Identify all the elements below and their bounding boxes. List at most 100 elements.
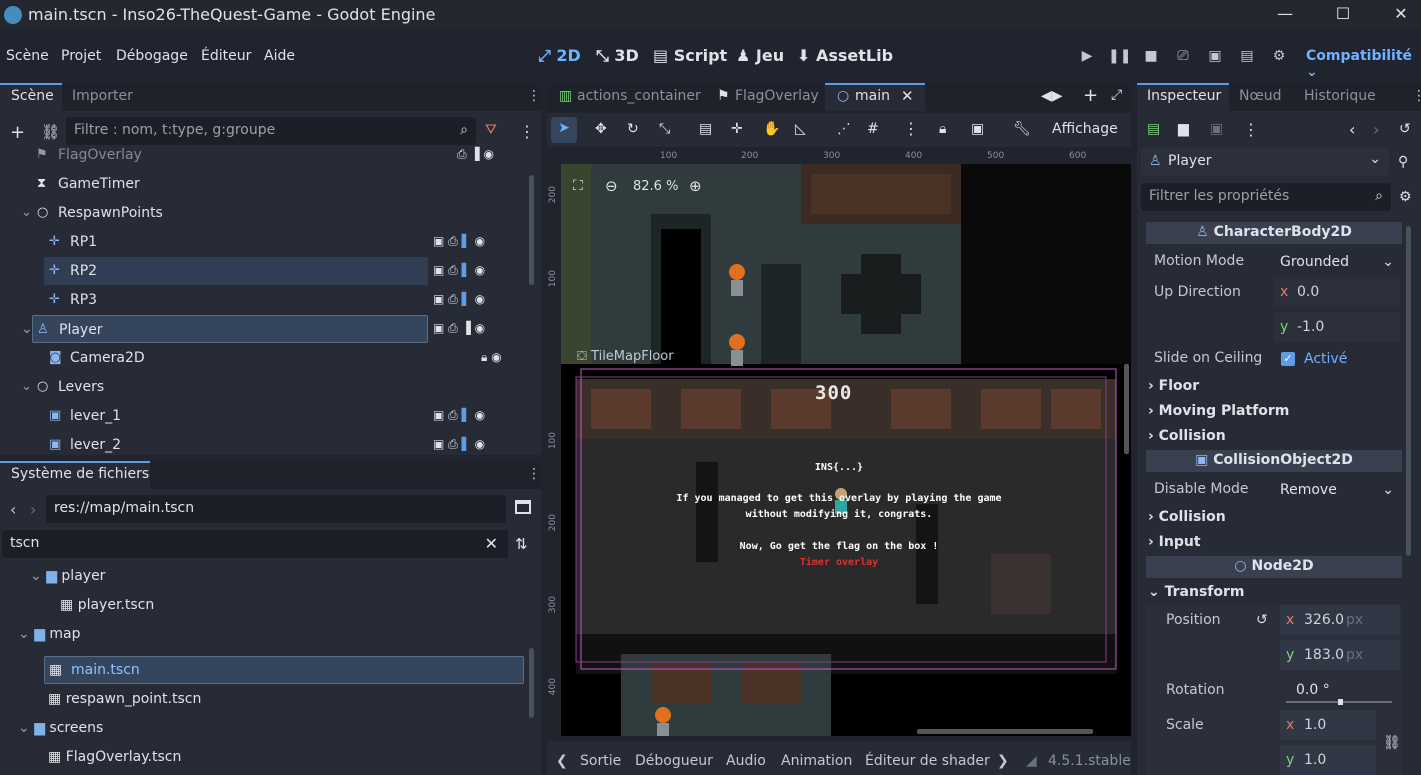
back-icon[interactable]: ‹ [10, 500, 16, 519]
scale-y-field[interactable]: y 1.0 [1280, 745, 1376, 775]
motion-mode-dropdown[interactable]: Grounded ⌄ [1280, 254, 1400, 270]
selectable-tool-icon[interactable]: ▤ [699, 121, 712, 137]
node-selector[interactable]: ♙ Player ⌄ [1141, 148, 1389, 176]
tree-node-lever2[interactable]: ▣ lever_2 ▣ ⎙ ▌ ◉ [0, 431, 530, 455]
dock-menu-icon[interactable]: ⋮ [527, 88, 541, 104]
renderer-selector[interactable]: Compatibilité ⌄ [1306, 48, 1421, 80]
menu-project[interactable]: Projet [61, 48, 101, 64]
tab-node[interactable]: Nœud [1239, 88, 1282, 104]
minimize-button[interactable]: — [1273, 4, 1297, 26]
node-indicator-icons[interactable]: ▣ ⎙ ▌ ◉ [433, 292, 485, 307]
history-back-icon[interactable]: ‹ [1349, 120, 1355, 139]
bottom-tab-shader-editor[interactable]: Éditeur de shader [865, 753, 990, 769]
slide-on-ceiling-checkbox[interactable]: ✓ [1281, 352, 1295, 366]
zoom-level[interactable]: 82.6 % [633, 179, 678, 194]
rotate-tool-icon[interactable]: ↻ [627, 121, 639, 137]
close-tab-icon[interactable]: ✕ [901, 87, 914, 105]
bottom-tab-output[interactable]: Sortie [580, 753, 621, 769]
dock-menu-icon[interactable]: ⋮ [527, 466, 541, 482]
new-resource-icon[interactable]: ▤ [1147, 121, 1160, 137]
section-moving-platform[interactable]: › Moving Platform [1148, 403, 1289, 419]
script-filter-icon[interactable]: ⛛ [485, 122, 497, 138]
zoom-out-icon[interactable]: ⊖ [605, 177, 618, 195]
pivot-tool-icon[interactable]: ✛ [731, 121, 743, 137]
chevron-down-icon[interactable]: ⌄ [21, 205, 32, 220]
play-icon[interactable]: ▶ [1076, 48, 1098, 70]
file-item-screens-folder[interactable]: ⌄ ▆ screens [18, 720, 103, 748]
up-direction-y-field[interactable]: y -1.0 [1274, 312, 1400, 342]
maximize-button[interactable]: ☐ [1331, 4, 1355, 26]
smart-snap-icon[interactable]: ⋰ [837, 121, 851, 137]
revert-icon[interactable]: ↺ [1256, 612, 1268, 628]
inspector-scrollbar[interactable] [1406, 226, 1411, 556]
distraction-free-icon[interactable]: ⤢ [1111, 87, 1122, 103]
section-collision[interactable]: › Collision [1148, 428, 1226, 444]
more-options-icon[interactable]: ⋮ [519, 122, 535, 141]
tree-node-player[interactable]: ♙ Player [32, 315, 428, 343]
lock-icon[interactable]: 🔒︎ [939, 121, 946, 137]
tab-inspector[interactable]: Inspecteur [1147, 88, 1221, 104]
tab-scroll-icon[interactable]: ◀▶ [1041, 88, 1063, 104]
chevron-down-icon[interactable]: ⌄ [21, 321, 33, 337]
canvas-viewport[interactable]: 100 200 300 400 500 600 200 100 100 200 … [547, 150, 1131, 736]
node-indicator-icons[interactable]: ▣ ⎙ ▌ ◉ [433, 408, 485, 423]
menu-editor[interactable]: Éditeur [201, 48, 251, 64]
file-item-player-folder[interactable]: ⌄ ▆ player [30, 568, 105, 596]
node-indicator-icons[interactable]: ▣ ⎙ ▐ ◉ [433, 321, 485, 336]
sort-icon[interactable]: ⇅ [515, 535, 528, 553]
grid-snap-icon[interactable]: # [867, 121, 879, 137]
bottom-tab-debugger[interactable]: Débogueur [635, 753, 713, 769]
remote-debug-icon[interactable]: ⎚ [1172, 48, 1194, 70]
link-scale-icon[interactable]: ⛓ [1383, 735, 1401, 751]
lock-visibility-icons[interactable]: 🔒︎ ◉ [481, 350, 502, 365]
close-window-button[interactable]: ✕ [1389, 4, 1413, 26]
position-y-field[interactable]: y 183.0 px [1280, 640, 1400, 670]
scale-x-field[interactable]: x 1.0 [1280, 710, 1376, 740]
select-tool-icon[interactable]: ➤ [551, 117, 577, 143]
ruler-tool-icon[interactable]: ◺ [795, 121, 806, 137]
play-scene-icon[interactable]: ▣ [1204, 48, 1226, 70]
zoom-in-icon[interactable]: ⊕ [689, 177, 702, 195]
menu-debug[interactable]: Débogage [116, 48, 188, 64]
scene-tree-scrollbar[interactable] [529, 175, 534, 285]
history-forward-icon[interactable]: › [1373, 120, 1379, 139]
tab-import[interactable]: Importer [72, 88, 133, 104]
file-item-player-tscn[interactable]: ▦ player.tscn [60, 597, 154, 625]
workspace-script-button[interactable]: ▤ Script [653, 46, 727, 65]
tree-node-gametimer[interactable]: ⧗ GameTimer [0, 170, 530, 198]
move-tool-icon[interactable]: ✥ [595, 121, 607, 137]
file-item-map-folder[interactable]: ⌄ ▆ map [18, 626, 81, 654]
split-view-icon[interactable] [515, 500, 531, 514]
add-node-icon[interactable]: + [10, 122, 25, 143]
tree-node-rp1[interactable]: ✛ RP1 ▣ ⎙ ▌ ◉ [0, 228, 530, 256]
center-view-icon[interactable]: ⛶ [573, 178, 583, 194]
tree-node-camera2d[interactable]: ◙ Camera2D 🔒︎ ◉ [0, 344, 530, 372]
tab-filesystem[interactable]: Système de fichiers [11, 466, 149, 482]
inspector-options-icon[interactable]: ⋮ [1243, 120, 1259, 139]
skeleton-icon[interactable]: 🔧︎ [1013, 121, 1031, 137]
node-info-icon[interactable]: ⚲ [1398, 154, 1408, 170]
path-field[interactable]: res://map/main.tscn [46, 495, 506, 523]
bottom-scroll-left-icon[interactable]: ❮ [556, 753, 568, 769]
file-tree-scrollbar[interactable] [529, 648, 534, 718]
workspace-2d-button[interactable]: ⤢ 2D [538, 46, 581, 66]
chevron-down-icon[interactable]: ⌄ [21, 379, 32, 394]
node-indicator-icons[interactable]: ▣ ⎙ ▌ ◉ [433, 437, 485, 452]
file-item-respawn-tscn[interactable]: ▦ respawn_point.tscn [48, 691, 201, 719]
section-input[interactable]: › Input [1148, 534, 1201, 550]
snap-options-icon[interactable]: ⋮ [903, 119, 919, 138]
up-direction-x-field[interactable]: x 0.0 [1274, 277, 1400, 307]
menu-scene[interactable]: Scène [6, 48, 49, 64]
forward-icon[interactable]: › [30, 500, 36, 519]
save-icon[interactable]: ▣ [1210, 121, 1223, 137]
clear-icon[interactable]: ✕ [485, 534, 498, 553]
node-indicator-icons[interactable]: ▣ ⎙ ▌ ◉ [433, 234, 485, 249]
file-search-input[interactable]: tscn ✕ [2, 530, 508, 558]
scene-filter-input[interactable]: Filtre : nom, t:type, g:groupe ⌕ [66, 117, 476, 145]
tab-history[interactable]: Historique [1304, 88, 1376, 104]
scale-tool-icon[interactable]: ⤡ [659, 121, 670, 137]
node-indicator-icons[interactable]: ▣ ⎙ ▌ ◉ [433, 263, 485, 278]
scene-tab-actions-container[interactable]: actions_container [577, 88, 701, 104]
object-history-icon[interactable]: ↺ [1399, 121, 1411, 137]
play-custom-scene-icon[interactable]: ▤ [1236, 48, 1258, 70]
